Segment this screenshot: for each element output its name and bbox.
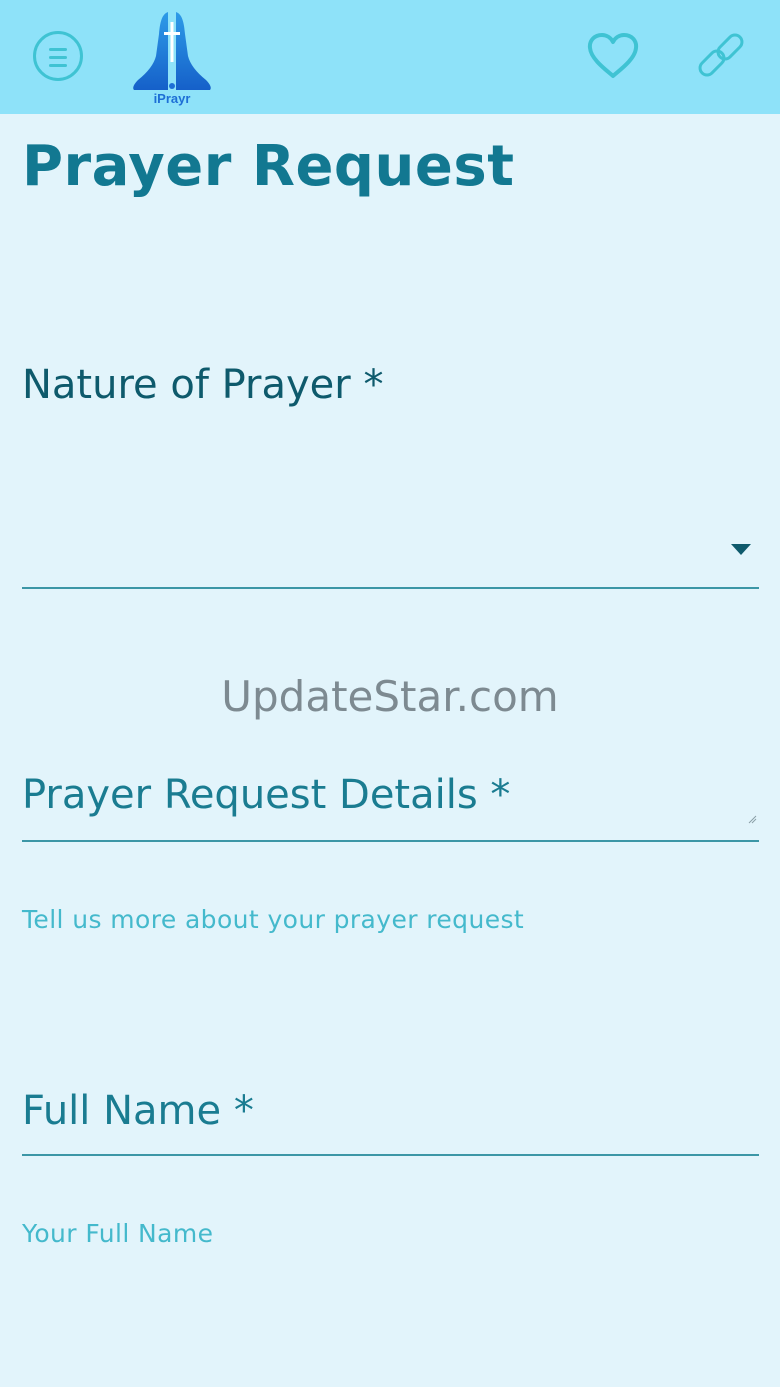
prayer-details-label: Prayer Request Details * (22, 772, 511, 818)
dropdown-arrow-icon[interactable] (731, 544, 751, 555)
nature-of-prayer-select[interactable] (22, 500, 759, 589)
watermark: UpdateStar.com (221, 672, 559, 721)
share-link-button[interactable] (694, 30, 748, 84)
full-name-input[interactable]: Full Name * (22, 1072, 759, 1156)
prayer-details-hint: Tell us more about your prayer request (22, 905, 525, 934)
page-title: Prayer Request (22, 134, 515, 199)
app-logo[interactable]: iPrayr (128, 8, 216, 108)
favorite-button[interactable] (586, 32, 640, 80)
menu-button[interactable] (33, 31, 83, 81)
link-icon (698, 33, 744, 77)
logo-text: iPrayr (153, 91, 191, 106)
praying-hands-icon (133, 12, 211, 90)
full-name-hint: Your Full Name (22, 1219, 214, 1248)
full-name-label: Full Name * (22, 1088, 254, 1134)
resize-handle-icon[interactable] (747, 814, 757, 824)
app-header: iPrayr (0, 0, 780, 114)
nature-of-prayer-label: Nature of Prayer * (22, 362, 384, 408)
menu-icon (49, 48, 67, 72)
prayer-details-textarea[interactable]: Prayer Request Details * (22, 758, 759, 842)
heart-icon (587, 33, 639, 78)
